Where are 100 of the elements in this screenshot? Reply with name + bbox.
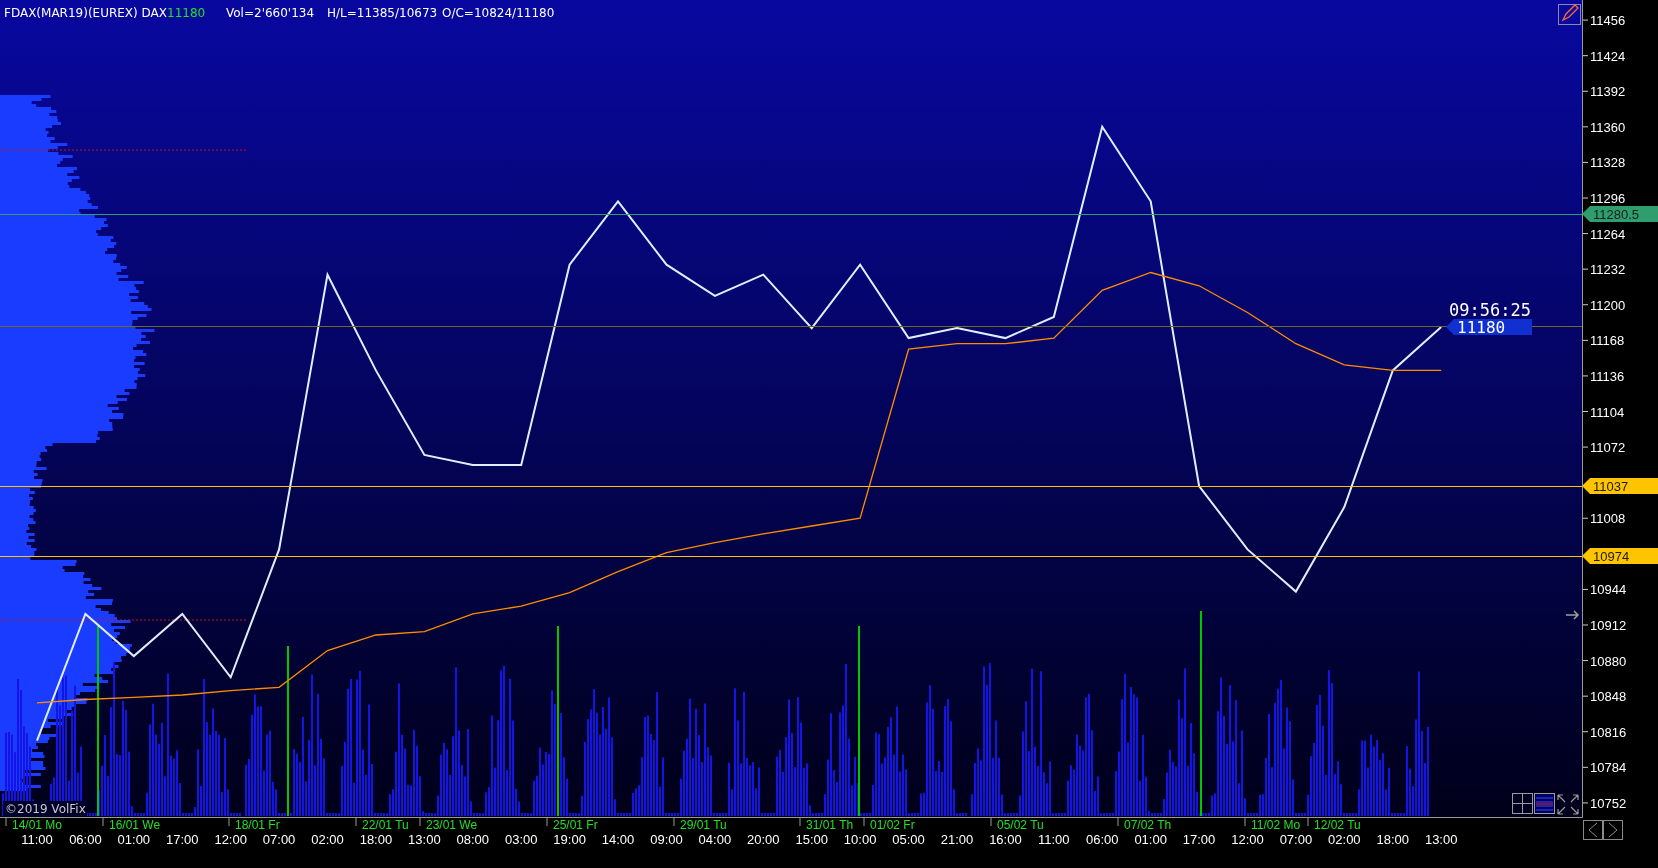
axis-tick: [673, 817, 675, 827]
axis-tick: [1582, 517, 1589, 519]
axis-tick: [990, 817, 992, 827]
price-axis-label: 10752: [1590, 795, 1627, 811]
price-axis-label: 11328: [1590, 155, 1626, 171]
date-axis-label: 18/01 Fr: [235, 818, 280, 832]
axis-tick: [863, 817, 865, 827]
price-axis-label: 11168: [1590, 333, 1625, 349]
axis-tick: [1582, 19, 1589, 21]
price-level-tag: 11280.5: [1582, 206, 1658, 222]
axis-tick: [1582, 268, 1589, 270]
axis-tick: [1582, 695, 1589, 697]
axis-tick: [1582, 802, 1589, 804]
time-axis-label: 18:00: [359, 832, 393, 847]
price-axis-label: 11008: [1590, 511, 1626, 527]
price-axis-label: 11296: [1590, 191, 1626, 206]
expand-icon[interactable]: [1557, 794, 1579, 815]
price-axis-label: 10816: [1590, 724, 1627, 740]
price-axis-label: 10880: [1590, 653, 1627, 669]
price-axis-label: 11392: [1590, 84, 1626, 100]
price-axis-label: 11360: [1590, 119, 1626, 135]
axis-tick: [1582, 233, 1589, 235]
time-axis-label: 11:00: [1038, 832, 1070, 847]
time-axis-label: 04:00: [698, 832, 732, 847]
instrument-title: FDAX(MAR19)(EUREX) DAX: [4, 6, 168, 20]
high-low-readout: H/L=11385/10673: [327, 6, 438, 20]
time-axis-label: 14:00: [601, 832, 635, 847]
date-axis-label: 12/02 Tu: [1314, 818, 1361, 832]
axis-tick: [1582, 304, 1589, 306]
time-axis-label: 02:00: [311, 832, 344, 847]
axis-tick: [228, 817, 230, 827]
volume-readout: Vol=2'660'134: [226, 6, 315, 20]
time-axis-label: 07:00: [1279, 832, 1313, 847]
price-axis-label: 11104: [1590, 404, 1625, 420]
axis-tick: [1307, 817, 1309, 827]
price-level-tag: 10974: [1582, 548, 1658, 564]
axis-tick: [1582, 339, 1589, 341]
price-level-tag: 11037: [1582, 478, 1658, 494]
date-axis-label: 11/02 Mo: [1251, 818, 1301, 832]
axis-tick: [1244, 817, 1246, 827]
time-axis-label: 12:00: [214, 832, 247, 847]
axis-tick: [1582, 731, 1589, 733]
pencil-icon[interactable]: [1558, 4, 1581, 25]
copyright-text: ©2019 VolFix: [5, 802, 86, 816]
time-axis-label: 06:00: [69, 832, 102, 847]
price-axis-label: 11200: [1590, 297, 1626, 313]
next-button[interactable]: [1603, 820, 1623, 840]
date-axis-label: 25/01 Fr: [553, 818, 598, 832]
axis-tick: [419, 817, 421, 827]
axis-tick: [102, 817, 104, 827]
open-close-readout: O/C=10824/11180: [442, 6, 555, 20]
time-axis-label: 15:00: [795, 832, 828, 847]
price-axis-label: 11264: [1590, 226, 1626, 242]
last-price: 11180: [167, 6, 206, 20]
date-axis-label: 23/01 We: [426, 818, 478, 832]
time-axis-label: 01:00: [117, 832, 151, 847]
arrow-icon: [1565, 610, 1580, 620]
date-axis-label: 14/01 Mo: [12, 818, 63, 832]
time-axis-label: 07:00: [262, 832, 296, 847]
previous-button[interactable]: [1583, 820, 1603, 840]
axis-tick: [1582, 624, 1589, 626]
grid-icon[interactable]: [1512, 793, 1533, 814]
axis-tick: [1582, 411, 1589, 412]
axis-tick: [1582, 161, 1589, 163]
price-axis-label: 11424: [1590, 48, 1626, 64]
date-axis-label: 01/02 Fr: [870, 818, 915, 832]
time-axis-label: 17:00: [166, 832, 199, 847]
time-readout: 09:56:25: [1449, 300, 1531, 320]
price-axis-label: 10944: [1590, 582, 1627, 598]
axis-tick: [1582, 660, 1589, 662]
axis-tick: [1117, 817, 1119, 827]
date-axis-label: 07/02 Th: [1124, 818, 1172, 832]
time-axis-label: 13:00: [1424, 832, 1458, 847]
time-axis-label: 16:00: [989, 832, 1022, 847]
axis-tick: [1582, 766, 1589, 768]
price-axis-label: 11456: [1590, 13, 1626, 29]
time-axis-label: 10:00: [843, 832, 877, 847]
axis-tick: [546, 817, 548, 827]
price-axis-label: 10848: [1590, 689, 1627, 705]
time-axis-label: 06:00: [1085, 832, 1119, 847]
time-axis-label: 01:00: [1134, 832, 1167, 847]
date-axis-label: 16/01 We: [109, 818, 161, 832]
time-axis-label: 05:00: [892, 832, 925, 847]
time-axis-label: 13:00: [408, 832, 441, 847]
time-axis-label: 12:00: [1231, 832, 1264, 847]
axis-tick: [355, 817, 357, 827]
date-axis-label: 31/01 Th: [806, 818, 854, 832]
axis-tick: [5, 817, 7, 827]
axis-tick: [799, 817, 801, 827]
time-axis-label: 20:00: [747, 832, 780, 847]
axis-tick: [1582, 446, 1589, 448]
time-axis-label: 03:00: [504, 832, 538, 847]
time-axis-label: 19:00: [553, 832, 586, 847]
time-axis-label: 21:00: [940, 832, 974, 847]
time-axis-label: 08:00: [456, 832, 490, 847]
axis-tick: [1582, 197, 1589, 199]
axis-tick: [1582, 55, 1589, 57]
lines-icon[interactable]: [1534, 793, 1555, 814]
time-axis-label: 11:00: [21, 832, 53, 847]
axis-tick: [1582, 90, 1589, 92]
